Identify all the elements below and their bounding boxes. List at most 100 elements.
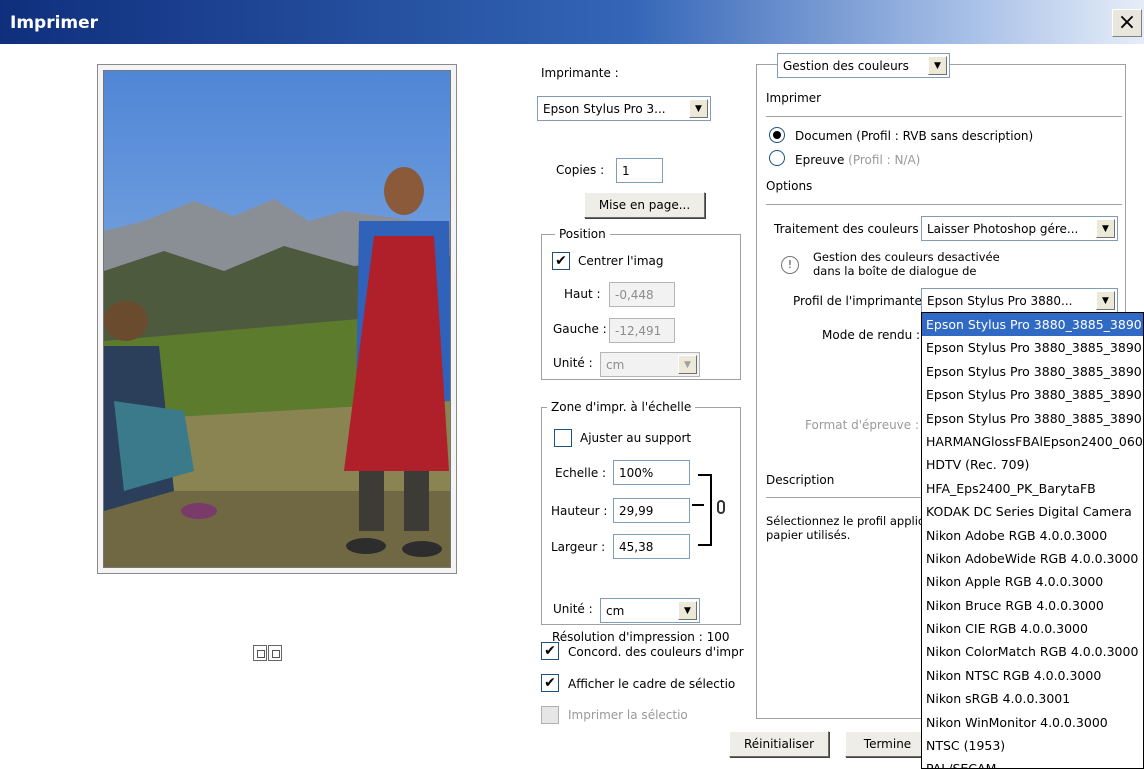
info-icon: ! [781,256,799,274]
profile-option[interactable]: PAL/SECAM [922,757,1143,768]
profile-option[interactable]: Nikon AdobeWide RGB 4.0.0.3000 [922,547,1143,570]
fit-media-checkbox[interactable] [554,429,572,447]
center-image-checkbox[interactable]: ✔ [552,252,570,270]
position-legend: Position [555,227,610,241]
dropdown-arrow-icon[interactable]: ▼ [1096,291,1115,310]
document-radio-text: Documen [795,129,853,143]
width-input[interactable]: 45,38 [613,534,690,559]
position-unit-value: cm [606,357,625,372]
position-unit-label: Unité : [553,356,593,370]
center-image-label: Centrer l'imag [578,254,664,268]
profile-option[interactable]: Nikon Adobe RGB 4.0.0.3000 [922,524,1143,547]
render-mode-label: Mode de rendu : [822,328,921,342]
warning-line-1: Gestion des couleurs desactivée [813,250,1000,264]
proof-radio-label: Epreuve (Profil : N/A) [795,153,920,167]
section-select[interactable]: Gestion des couleurs ▼ [777,53,950,78]
profile-option[interactable]: HFA_Eps2400_PK_BarytaFB [922,477,1143,500]
dropdown-arrow-icon[interactable]: ▼ [678,355,697,374]
proof-format-label: Format d'épreuve : [805,418,920,432]
width-label: Largeur : [551,540,606,554]
proof-radio-text: Epreuve [795,153,845,167]
description-text-2: papier utilisés. [766,528,851,542]
show-bounding-box-checkbox[interactable]: ✔ [541,674,559,692]
profile-option[interactable]: Nikon sRGB 4.0.0.3001 [922,687,1143,710]
printer-profile-select[interactable]: Epson Stylus Pro 3880... ▼ [921,288,1118,313]
reset-button[interactable]: Réinitialiser [729,731,829,757]
profile-option[interactable]: Epson Stylus Pro 3880_3885_3890 [922,336,1143,359]
profile-option[interactable]: Nikon Bruce RGB 4.0.0.3000 [922,594,1143,617]
proof-profile-note: (Profil : N/A) [848,153,921,167]
link-chain-icon[interactable] [717,500,725,514]
print-selection-label: Imprimer la sélectio [568,708,688,722]
height-input[interactable]: 29,99 [613,498,690,523]
profile-option[interactable]: KODAK DC Series Digital Camera [922,500,1143,523]
divider [766,497,926,498]
profile-option[interactable]: Epson Stylus Pro 3880_3885_3890 [922,383,1143,406]
page-setup-button[interactable]: Mise en page... [584,192,705,218]
profile-option[interactable]: HDTV (Rec. 709) [922,453,1143,476]
scale-input[interactable]: 100% [613,460,690,485]
dropdown-arrow-icon[interactable]: ▼ [678,601,697,620]
proof-radio[interactable] [769,150,785,166]
dropdown-arrow-icon[interactable]: ▼ [928,56,947,75]
profile-option[interactable]: Nikon CIE RGB 4.0.0.3000 [922,617,1143,640]
profile-option[interactable]: Epson Stylus Pro 3880_3885_3890 [922,407,1143,430]
print-resolution: Résolution d'impression : 100 [552,630,730,644]
document-radio-label: Documen (Profil : RVB sans description) [795,129,1033,143]
link-bracket [698,474,712,546]
color-handling-value: Laisser Photoshop gére... [927,221,1079,236]
description-heading: Description [766,473,835,487]
dropdown-arrow-icon[interactable]: ▼ [689,99,708,118]
close-button[interactable]: × [1112,9,1142,37]
printer-profile-label: Profil de l'imprimante : [793,294,930,308]
scale-unit-select[interactable]: cm ▼ [600,598,700,623]
options-heading: Options [766,179,813,193]
warning-line-2: dans la boîte de dialogue de [813,264,977,278]
window-title: Imprimer [10,13,99,33]
scale-unit-label: Unité : [553,602,593,616]
printer-select[interactable]: Epson Stylus Pro 3... ▼ [537,96,711,121]
page-rotate-icon[interactable] [268,645,282,661]
scale-legend: Zone d'impr. à l'échelle [547,400,696,414]
profile-option[interactable]: HARMANGlossFBAlEpson2400_0607 [922,430,1143,453]
page-view-icon[interactable] [253,645,267,661]
left-label: Gauche : [553,322,607,336]
color-handling-select[interactable]: Laisser Photoshop gére... ▼ [921,216,1118,241]
color-match-label: Concord. des couleurs d'impr [568,645,744,659]
profile-option[interactable]: Epson Stylus Pro 3880_3885_3890 [922,360,1143,383]
profile-option[interactable]: Nikon Apple RGB 4.0.0.3000 [922,570,1143,593]
scale-label: Echelle : [555,466,607,480]
done-button[interactable]: Termine [845,731,930,757]
fit-media-label: Ajuster au support [580,431,692,445]
dropdown-arrow-icon[interactable]: ▼ [1096,219,1115,238]
top-label: Haut : [564,287,601,301]
profile-option[interactable]: Nikon ColorMatch RGB 4.0.0.3000 [922,640,1143,663]
print-selection-checkbox[interactable] [541,706,559,724]
document-radio[interactable] [769,127,785,143]
copies-input[interactable]: 1 [616,158,663,183]
preview-image [103,70,451,568]
profile-option[interactable]: Nikon NTSC RGB 4.0.0.3000 [922,664,1143,687]
section-select-value: Gestion des couleurs [783,58,909,73]
profile-option[interactable]: NTSC (1953) [922,734,1143,757]
show-bounding-box-label: Afficher le cadre de sélectio [568,677,736,691]
view-toggle[interactable] [253,645,283,665]
color-handling-label: Traitement des couleurs : [774,222,927,236]
divider [766,116,1122,117]
color-match-checkbox[interactable]: ✔ [541,642,559,660]
left-input[interactable]: -12,491 [609,318,675,343]
top-input[interactable]: -0,448 [609,282,675,307]
height-label: Hauteur : [551,504,608,518]
document-profile-note: (Profil : RVB sans description) [856,129,1034,143]
printer-profile-value: Epson Stylus Pro 3880... [927,293,1073,308]
print-heading: Imprimer [766,91,822,105]
printer-profile-dropdown[interactable]: Epson Stylus Pro 3880_3885_3890 Epson Sty… [921,312,1144,769]
position-unit-select[interactable]: cm ▼ [600,352,700,377]
divider [766,204,1122,205]
link-bracket-tick [692,504,704,506]
close-icon: × [1117,10,1137,35]
title-bar [0,0,1144,44]
copies-label: Copies : [556,163,605,177]
profile-option[interactable]: Nikon WinMonitor 4.0.0.3000 [922,711,1143,734]
profile-option[interactable]: Epson Stylus Pro 3880_3885_3890 [922,313,1143,337]
